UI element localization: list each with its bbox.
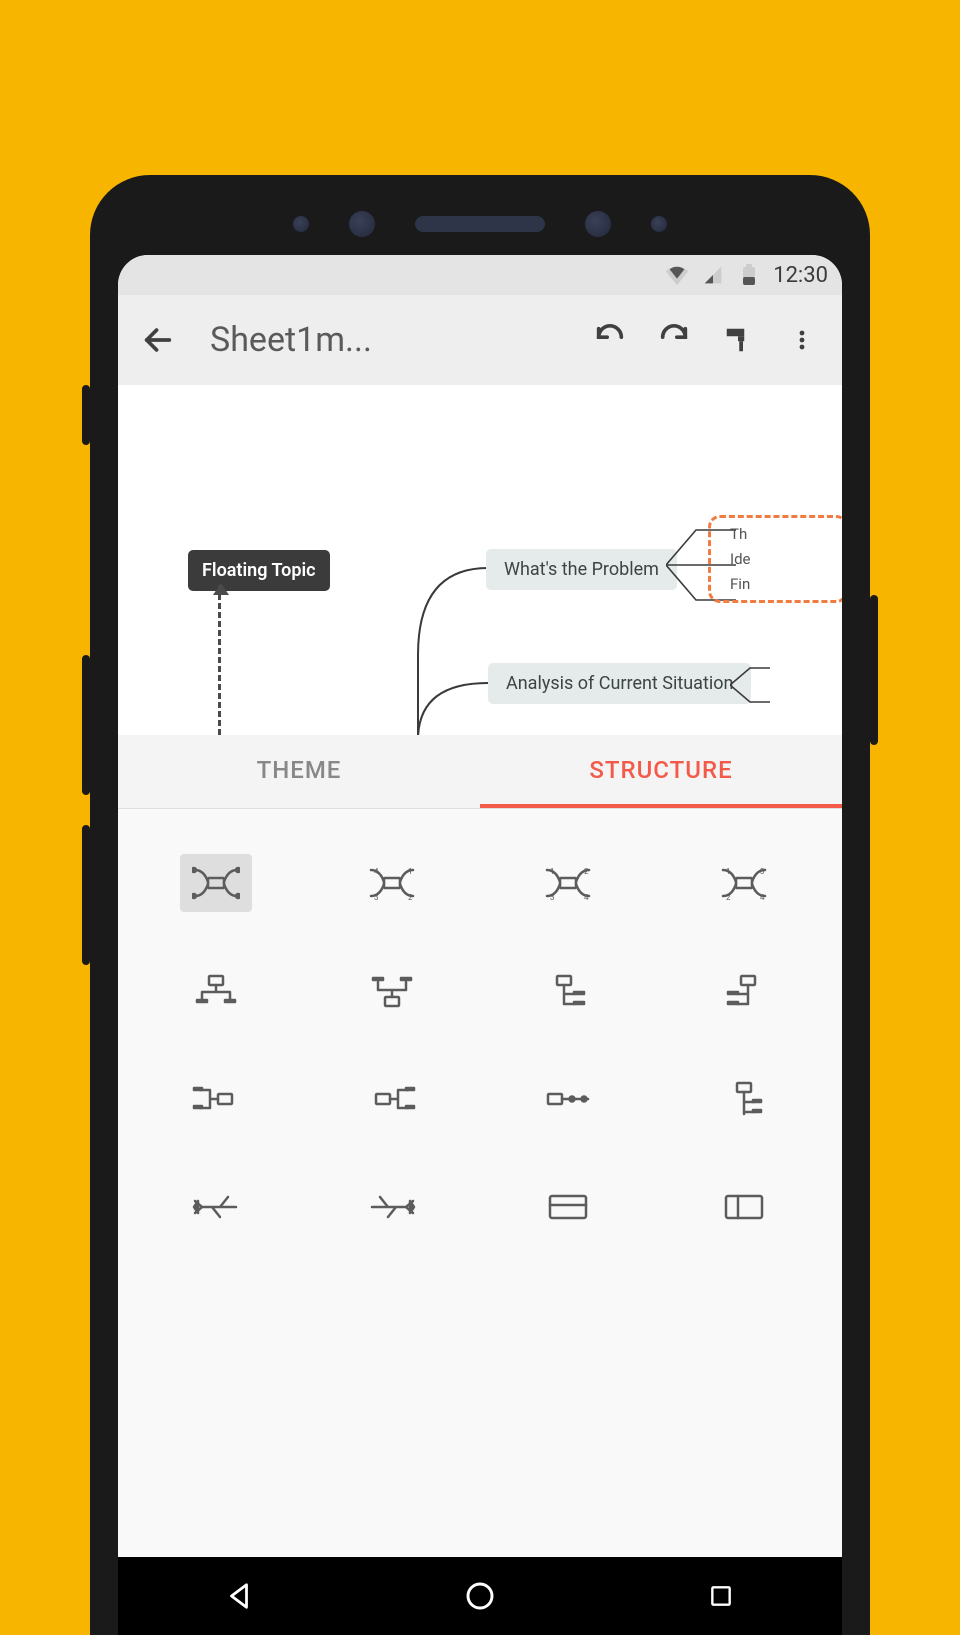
structure-timeline-vertical[interactable] xyxy=(708,1070,780,1128)
mindmap-node[interactable]: Analysis of Current Situation xyxy=(488,663,751,704)
svg-text:3: 3 xyxy=(550,893,555,902)
format-button[interactable] xyxy=(716,318,760,362)
wifi-icon xyxy=(665,263,689,287)
android-back-button[interactable] xyxy=(214,1571,264,1621)
structure-map-bidirectional[interactable]: 1 2 3 4 xyxy=(708,854,780,912)
floating-topic-node[interactable]: Floating Topic xyxy=(188,550,330,591)
more-button[interactable] xyxy=(780,318,824,362)
svg-text:1: 1 xyxy=(726,867,731,876)
structure-map-clockwise[interactable]: 4 3 1 2 xyxy=(356,854,428,912)
page-title[interactable]: Sheet1m... xyxy=(210,320,568,360)
mindmap-node[interactable]: What's the Problem xyxy=(486,549,677,590)
phone-power-button xyxy=(870,595,878,745)
svg-text:4: 4 xyxy=(760,893,765,902)
status-bar: 12:30 xyxy=(118,255,842,295)
svg-text:4: 4 xyxy=(584,893,589,902)
phone-side-button xyxy=(82,385,90,445)
phone-notch xyxy=(90,211,870,237)
structure-grid: 4 3 1 2 1 3 2 4 1 2 3 4 xyxy=(118,809,842,1635)
phone-volume-down xyxy=(82,825,90,965)
structure-balanced-map[interactable] xyxy=(180,854,252,912)
structure-spreadsheet-row[interactable] xyxy=(532,1178,604,1236)
battery-icon xyxy=(737,263,761,287)
structure-map-anticlockwise[interactable]: 1 3 2 4 xyxy=(532,854,604,912)
structure-fishbone-right[interactable] xyxy=(356,1178,428,1236)
svg-text:3: 3 xyxy=(760,867,765,876)
screen: 12:30 Sheet1m... Floating Topic xyxy=(118,255,842,1635)
svg-text:4: 4 xyxy=(374,867,379,876)
style-tabs: THEME STRUCTURE xyxy=(118,735,842,809)
tab-structure[interactable]: STRUCTURE xyxy=(480,735,842,808)
android-home-button[interactable] xyxy=(455,1571,505,1621)
svg-text:2: 2 xyxy=(408,893,413,902)
mindmap-canvas[interactable]: Floating Topic What's the Problem Analys… xyxy=(118,385,842,735)
subtopic-text[interactable]: Th xyxy=(730,525,747,543)
svg-text:2: 2 xyxy=(584,867,589,876)
app-bar: Sheet1m... xyxy=(118,295,842,385)
structure-spreadsheet-column[interactable] xyxy=(708,1178,780,1236)
structure-org-chart-down[interactable] xyxy=(180,962,252,1020)
status-time: 12:30 xyxy=(773,263,828,288)
android-nav-bar xyxy=(118,1557,842,1635)
structure-fishbone-left[interactable] xyxy=(180,1178,252,1236)
selection-outline xyxy=(708,515,842,603)
subtopic-text[interactable]: Ide xyxy=(730,550,751,568)
svg-text:1: 1 xyxy=(408,867,413,876)
structure-logic-right[interactable] xyxy=(180,1070,252,1128)
structure-logic-left[interactable] xyxy=(356,1070,428,1128)
android-recents-button[interactable] xyxy=(696,1571,746,1621)
relationship-arrow[interactable] xyxy=(218,585,221,735)
phone-frame: 12:30 Sheet1m... Floating Topic xyxy=(90,175,870,1635)
structure-org-chart-up[interactable] xyxy=(356,962,428,1020)
structure-tree-right[interactable] xyxy=(532,962,604,1020)
structure-timeline-horizontal[interactable] xyxy=(532,1070,604,1128)
structure-tree-left[interactable] xyxy=(708,962,780,1020)
tab-theme[interactable]: THEME xyxy=(118,735,480,808)
redo-button[interactable] xyxy=(652,318,696,362)
svg-text:3: 3 xyxy=(374,893,379,902)
subtopic-text[interactable]: Fin xyxy=(730,575,750,593)
phone-volume-up xyxy=(82,655,90,795)
cellular-icon xyxy=(701,263,725,287)
svg-text:1: 1 xyxy=(550,867,555,876)
undo-button[interactable] xyxy=(588,318,632,362)
back-button[interactable] xyxy=(136,318,180,362)
svg-text:2: 2 xyxy=(726,893,731,902)
